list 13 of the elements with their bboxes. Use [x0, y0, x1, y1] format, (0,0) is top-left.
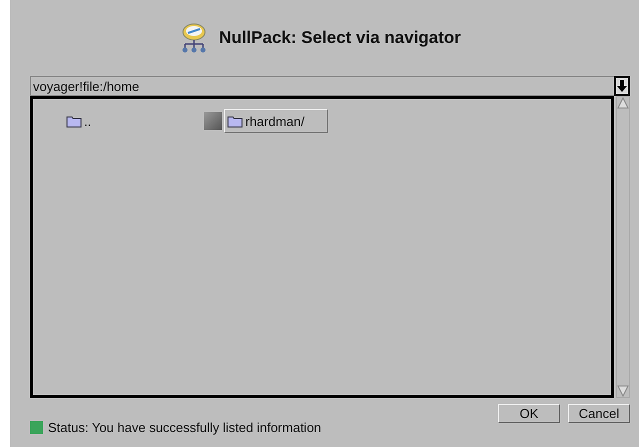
- window-title: NullPack: Select via navigator: [219, 28, 461, 48]
- dropdown-button[interactable]: [614, 76, 630, 96]
- file-item[interactable]: ..: [63, 109, 92, 133]
- status-text: Status: You have successfully listed information: [48, 420, 322, 435]
- scrollbar[interactable]: [616, 96, 630, 398]
- cancel-button[interactable]: Cancel: [568, 404, 630, 423]
- selection-marker: [204, 112, 222, 130]
- down-arrow-icon: [617, 80, 627, 92]
- folder-icon: [66, 114, 82, 128]
- scroll-down-icon: [617, 385, 629, 397]
- folder-icon: [227, 114, 244, 128]
- path-field[interactable]: voyager!file:/home: [30, 76, 614, 96]
- ok-button[interactable]: OK: [498, 404, 560, 423]
